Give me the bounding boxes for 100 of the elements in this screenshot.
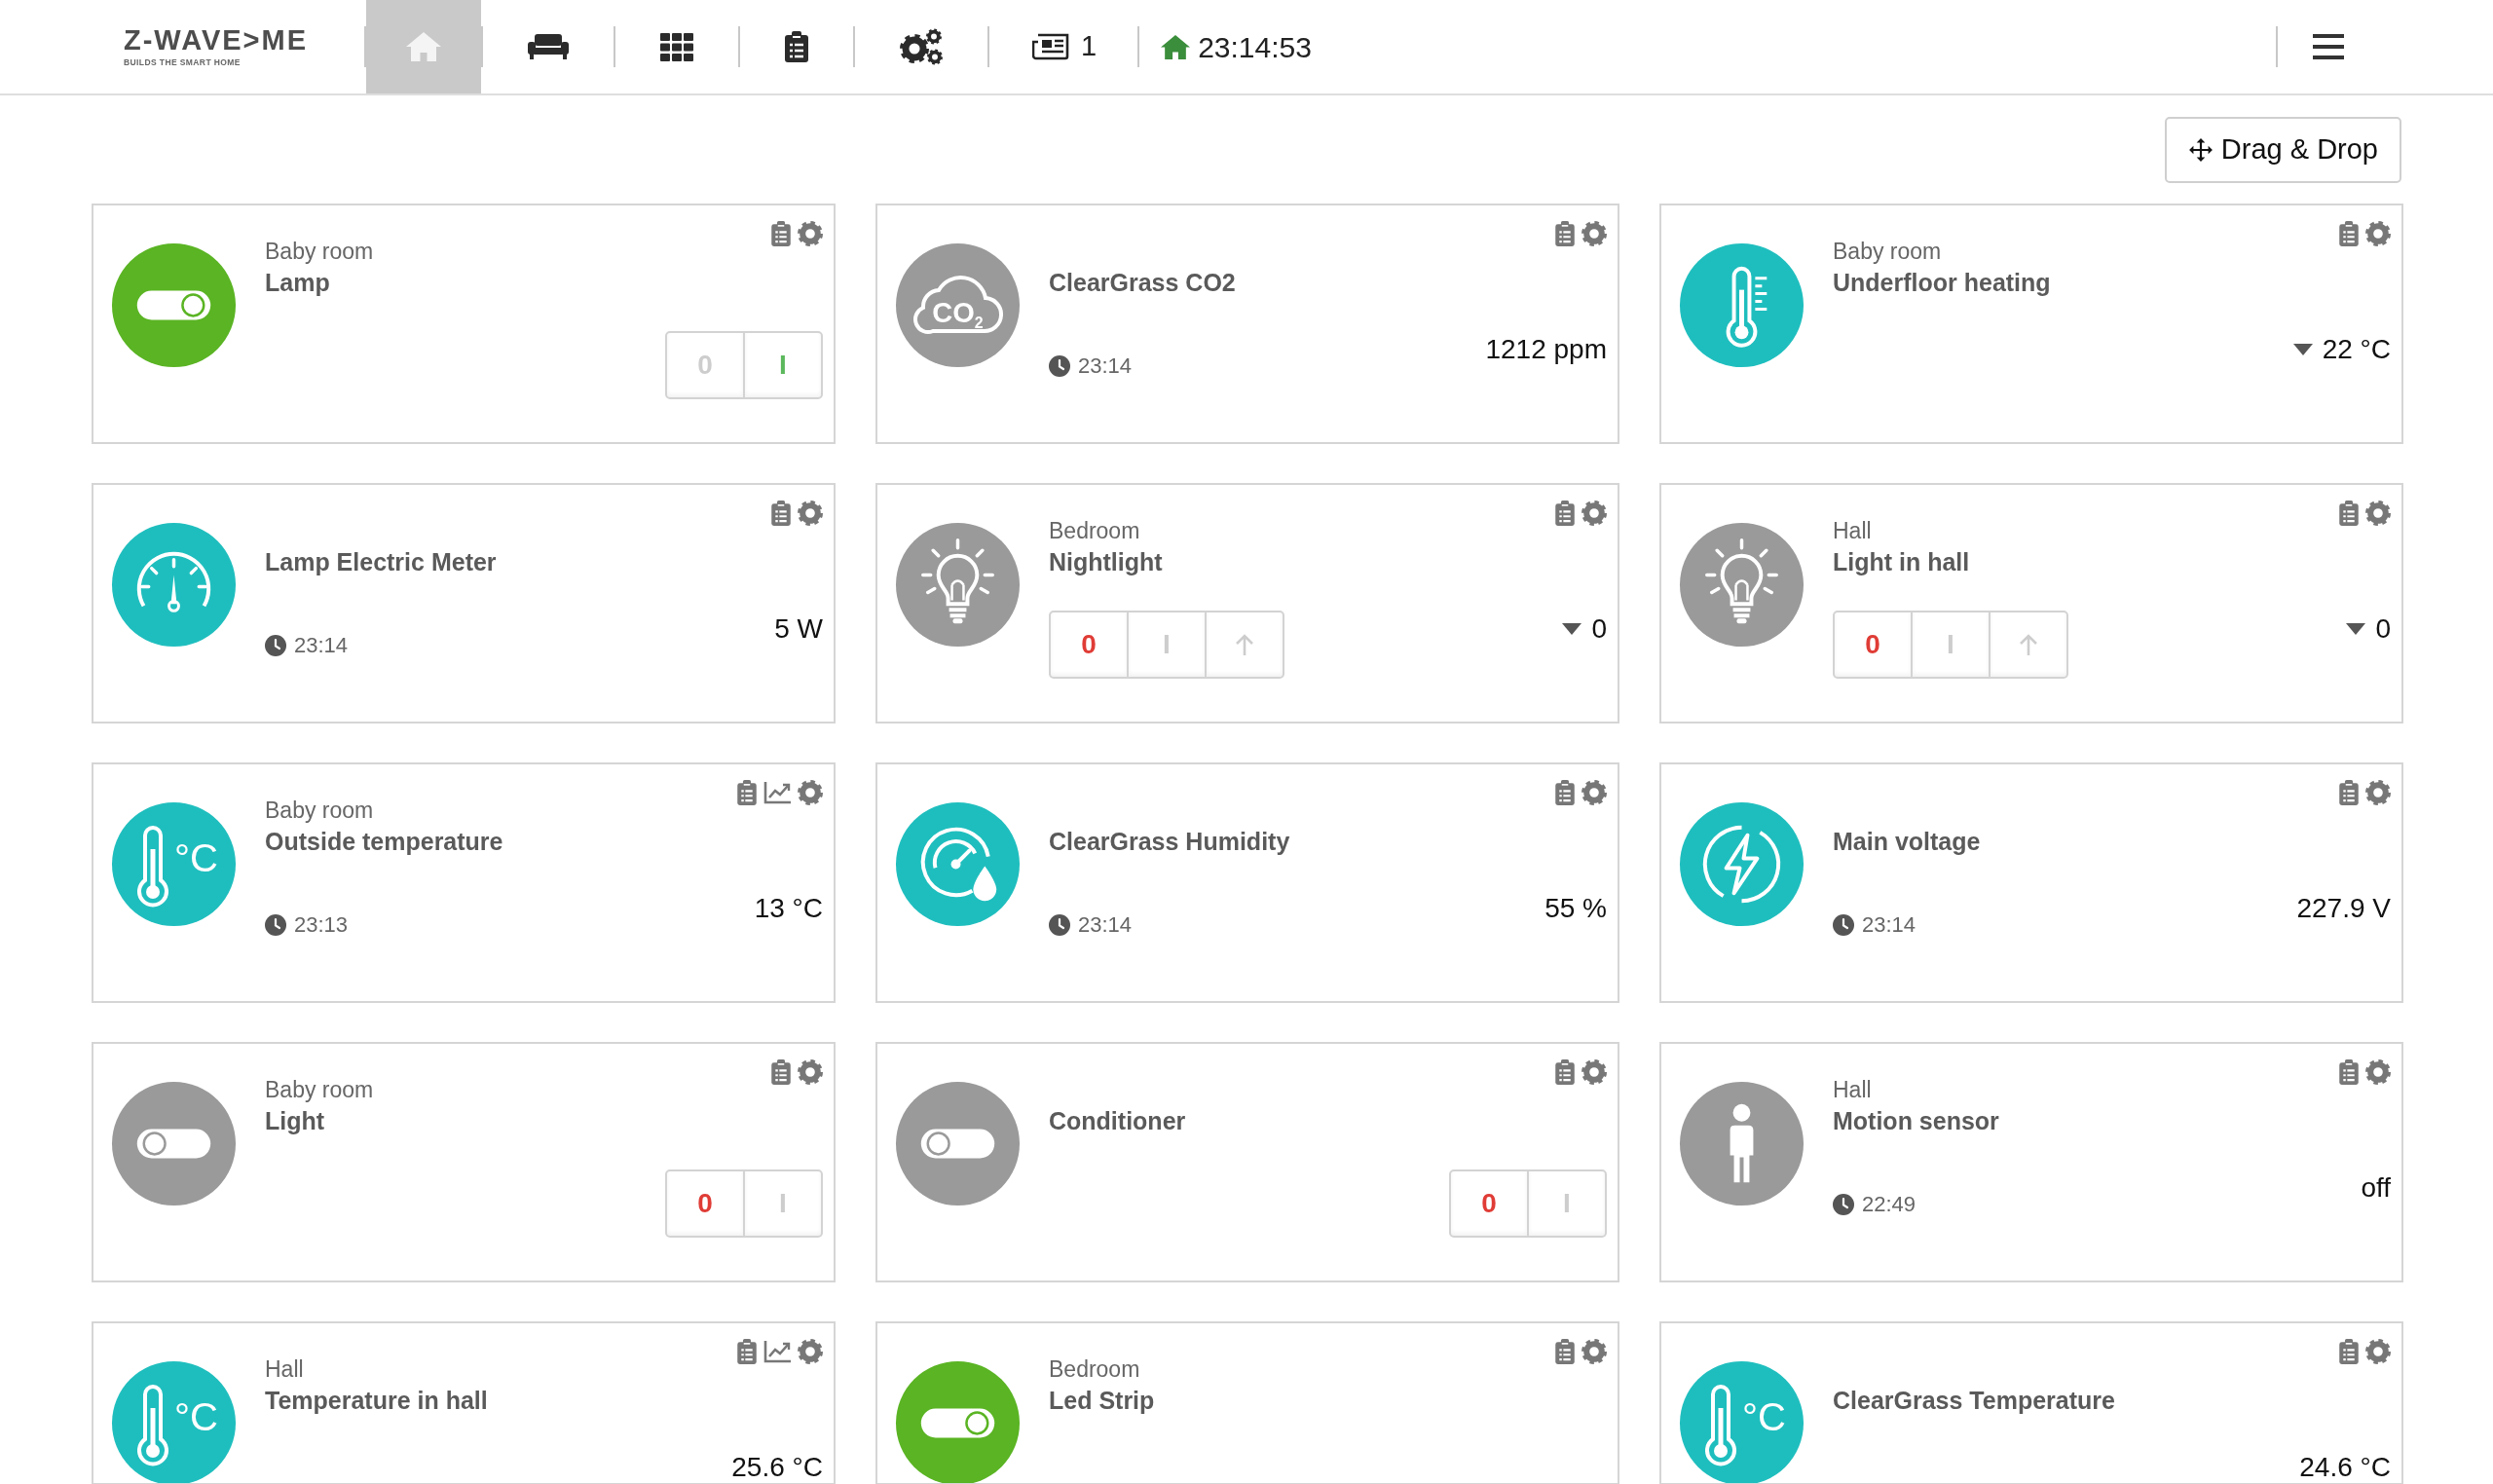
newspaper-icon [1032,33,1069,60]
logo-wordmark: Z-WAVE>ME [124,26,309,56]
device-name: Led Strip [1049,1386,1155,1416]
sensor-value: 24.6 °C [2299,1451,2391,1483]
clipboard-icon[interactable] [1555,1059,1575,1085]
update-time: 23:14 [1078,911,1133,939]
sensor-value: 55 % [1544,892,1607,925]
clock-icon [1049,355,1070,377]
clipboard-icon[interactable] [737,1339,757,1364]
arrow-up-icon [1234,633,1255,656]
notifications-button[interactable]: 1 [989,0,1138,93]
off-button[interactable]: 0 [1449,1169,1529,1238]
settings-icon[interactable] [798,221,823,246]
device-name: Motion sensor [1833,1106,1999,1136]
settings-icon[interactable] [2365,501,2391,526]
clock-icon [1833,914,1854,936]
logo-tagline: BUILDS THE SMART HOME [124,58,241,67]
settings-icon[interactable] [798,1339,823,1364]
settings-icon[interactable] [1581,1059,1607,1085]
sensor-value: off [2361,1171,2391,1205]
clipboard-icon[interactable] [2339,501,2359,526]
off-button[interactable]: 0 [665,1169,745,1238]
sensor-value: 5 W [774,612,823,646]
thermometer-icon [137,826,168,908]
icon-label: °C [174,837,218,877]
clipboard-icon[interactable] [737,780,757,805]
device-name: Temperature in hall [265,1386,488,1416]
device-location: Baby room [1833,238,1942,265]
sensor-value: 22 °C [2322,333,2391,366]
device-name: Underfloor heating [1833,268,2051,298]
settings-icon[interactable] [2365,780,2391,805]
device-name: Lamp Electric Meter [265,547,497,577]
clipboard-icon[interactable] [771,1059,791,1085]
grid-icon [660,32,693,61]
settings-icon[interactable] [1581,780,1607,805]
settings-icon[interactable] [798,780,823,805]
update-time: 23:14 [294,632,349,659]
sensor-value: 25.6 °C [731,1451,823,1483]
clipboard-icon[interactable] [1555,780,1575,805]
clipboard-icon[interactable] [2339,221,2359,246]
on-button[interactable]: I [743,331,823,399]
settings-icon[interactable] [2365,1059,2391,1085]
device-name: Nightlight [1049,547,1163,577]
thermometer-icon [137,1385,168,1466]
device-name: Lamp [265,268,330,298]
icon-label: °C [1742,1396,1786,1436]
settings-icon[interactable] [2365,221,2391,246]
clock-time: 23:14:53 [1198,29,1312,65]
device-name: Main voltage [1833,827,1981,857]
clipboard-icon[interactable] [771,221,791,246]
menu-icon [2313,34,2344,59]
off-button[interactable]: 0 [1049,611,1129,679]
device-location: Hall [265,1355,304,1383]
clipboard-icon[interactable] [2339,1339,2359,1364]
gears-icon [900,28,943,65]
sofa-icon [528,33,569,60]
device-name: Outside temperature [265,827,503,857]
clipboard-icon[interactable] [1555,501,1575,526]
sensor-value: 0 [2375,612,2391,646]
sensor-value: 1212 ppm [1485,333,1607,366]
device-location: Hall [1833,517,1872,544]
device-name: Conditioner [1049,1106,1186,1136]
clipboard-icon[interactable] [2339,780,2359,805]
icon-label: °C [174,1396,218,1436]
update-time: 23:14 [1862,911,1916,939]
clock-icon [265,914,286,936]
settings-icon[interactable] [798,1059,823,1085]
icon-label: CO$_{2}$ [932,299,984,327]
settings-icon[interactable] [1581,221,1607,246]
device-name: ClearGrass Humidity [1049,827,1290,857]
clipboard-icon[interactable] [771,501,791,526]
device-location: Bedroom [1049,517,1140,544]
settings-icon[interactable] [1581,1339,1607,1364]
arrow-up-icon [2018,633,2039,656]
off-button[interactable]: 0 [1833,611,1913,679]
line-chart-icon[interactable] [763,781,791,804]
clipboard-icon[interactable] [1555,221,1575,246]
sensor-value: 227.9 V [2296,892,2391,925]
line-chart-icon[interactable] [763,1340,791,1363]
drag-drop-button[interactable]: Drag & Drop [2164,117,2401,183]
update-time: 23:14 [1078,352,1133,380]
clock-icon [1049,914,1070,936]
clipboard-icon[interactable] [2339,1059,2359,1085]
thermometer-icon [1705,1385,1736,1466]
settings-icon[interactable] [2365,1339,2391,1364]
settings-icon[interactable] [1581,501,1607,526]
caret-down-icon[interactable] [2292,344,2313,355]
device-name: Light in hall [1833,547,1970,577]
clock-icon [1833,1194,1854,1215]
caret-down-icon[interactable] [1562,623,1582,635]
clipboard-icon[interactable] [1555,1339,1575,1364]
device-location: Bedroom [1049,1355,1140,1383]
caret-down-icon[interactable] [2346,623,2366,635]
move-arrows-icon [2187,137,2214,163]
settings-icon[interactable] [798,501,823,526]
device-name: Light [265,1106,325,1136]
device-location: Baby room [265,797,374,824]
house-icon [406,31,441,62]
sensor-value: 13 °C [754,892,823,925]
house-icon [1161,33,1191,60]
